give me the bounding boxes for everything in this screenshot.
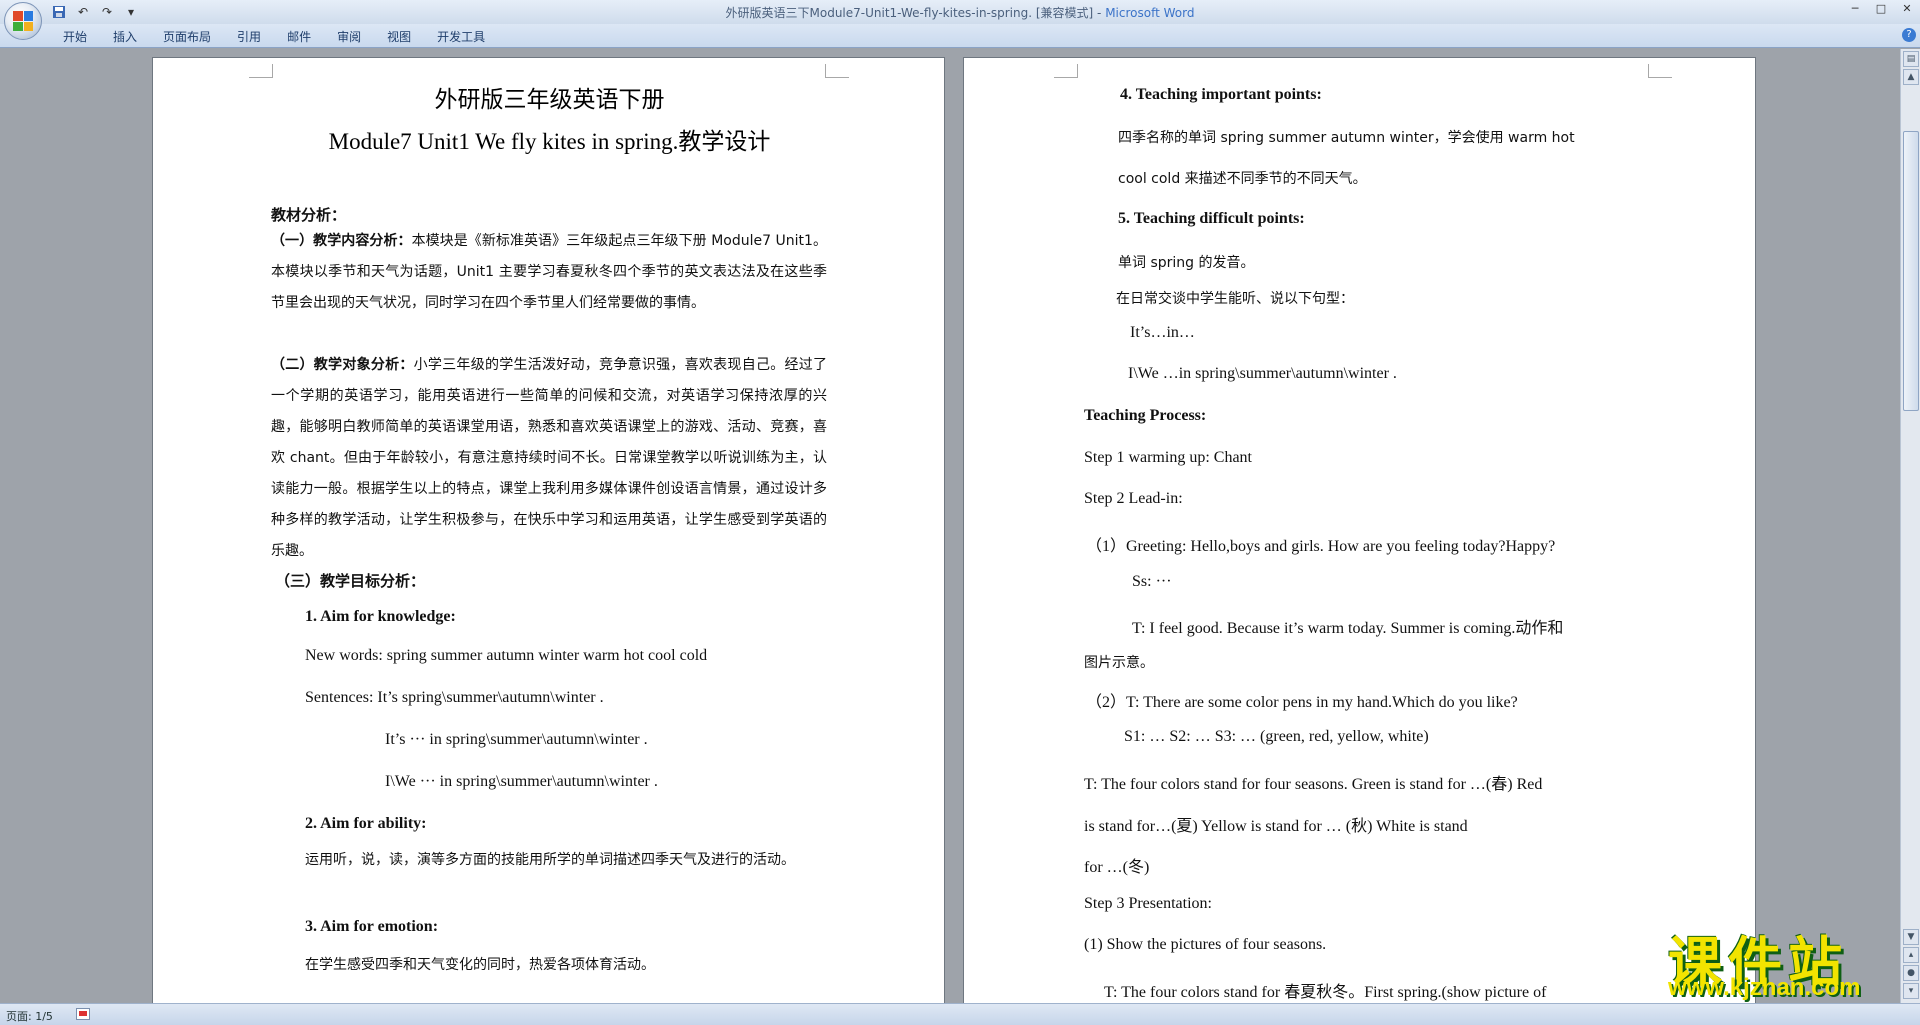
step-line: Step 1 warming up: Chant [1084, 449, 1252, 466]
tab-mailings[interactable]: 邮件 [274, 28, 324, 46]
presentation-line: T: The four colors stand for 春夏秋冬。First … [1104, 984, 1547, 1001]
help-icon[interactable]: ? [1902, 28, 1916, 42]
paragraph-body: 小学三年级的学生活泼好动，竞争意识强，喜欢表现自己。经过了一个学期的英语学习，能… [271, 357, 828, 559]
margin-corner-mark [1054, 64, 1078, 78]
window-controls: ─ □ ✕ [1842, 0, 1920, 18]
tab-page-layout[interactable]: 页面布局 [150, 28, 224, 46]
vertical-scrollbar[interactable]: ▤ ▲ ▼ ▴ ● ▾ [1900, 49, 1920, 1003]
tab-home[interactable]: 开始 [50, 28, 100, 46]
important-points-line: 四季名称的单词 spring summer autumn winter，学会使用… [1118, 130, 1575, 146]
tab-view[interactable]: 视图 [374, 28, 424, 46]
greeting-line: （1）Greeting: Hello,boys and girls. How a… [1086, 538, 1556, 555]
ruler-toggle-icon[interactable]: ▤ [1903, 51, 1919, 67]
ability-paragraph: 运用听，说，读，演等多方面的技能用所学的单词描述四季天气及进行的活动。 [305, 852, 795, 868]
select-browse-object-icon[interactable]: ● [1903, 965, 1919, 981]
teacher-line: T: I feel good. Because it’s warm today.… [1132, 620, 1564, 637]
colors-line: is stand for…(夏) Yellow is stand for … (… [1084, 818, 1468, 835]
aim-knowledge-heading: 1. Aim for knowledge: [305, 608, 456, 625]
document-title-en: Module7 Unit1 We fly kites in spring.教学设… [328, 129, 771, 154]
important-points-heading: 4. Teaching important points: [1120, 86, 1322, 103]
document-title: 外研版英语三下Module7-Unit1-We-fly-kites-in-spr… [725, 6, 1106, 20]
next-page-icon[interactable]: ▾ [1903, 983, 1919, 999]
paragraph-heading: （一）教学内容分析： [271, 233, 412, 249]
question-line: （2）T: There are some color pens in my ha… [1086, 694, 1518, 711]
new-words-line: New words: spring summer autumn winter w… [305, 647, 708, 664]
document-page-2[interactable]: 4. Teaching important points: 四季名称的单词 sp… [963, 57, 1756, 1003]
ribbon-tabs-bar: 开始 插入 页面布局 引用 邮件 审阅 视图 开发工具 ? [0, 24, 1920, 48]
tab-references[interactable]: 引用 [224, 28, 274, 46]
sentences-line: Sentences: It’s spring\summer\autumn\win… [305, 689, 604, 706]
window-title: 外研版英语三下Module7-Unit1-We-fly-kites-in-spr… [0, 4, 1920, 21]
margin-corner-mark [1648, 64, 1672, 78]
paragraph-heading: （二）教学对象分析： [271, 357, 414, 373]
students-answers: S1: … S2: … S3: … (green, red, yellow, w… [1124, 728, 1429, 745]
previous-page-icon[interactable]: ▴ [1903, 947, 1919, 963]
section-heading: 教材分析： [271, 206, 347, 224]
document-page-1[interactable]: 外研版三年级英语下册 Module7 Unit1 We fly kites in… [152, 57, 945, 1003]
tab-review[interactable]: 审阅 [324, 28, 374, 46]
presentation-line: (1) Show the pictures of four seasons. [1084, 936, 1327, 953]
difficult-points-heading: 5. Teaching difficult points: [1118, 210, 1305, 227]
sentence-pattern: It’s ··· in spring\summer\autumn\winter … [385, 731, 648, 748]
office-logo-icon [13, 11, 33, 31]
aim-emotion-heading: 3. Aim for emotion: [305, 918, 439, 935]
students-reply: Ss: ··· [1132, 573, 1172, 590]
colors-line: for …(冬) [1084, 859, 1150, 876]
goal-heading: （三）教学目标分析： [275, 572, 426, 590]
sentence-pattern: I\We ··· in spring\summer\autumn\winter … [385, 773, 658, 790]
title-bar: ↶ ↷ ▾ 外研版英语三下Module7-Unit1-We-fly-kites-… [0, 0, 1920, 40]
step-line: Step 2 Lead-in: [1084, 490, 1183, 507]
proofing-icon[interactable] [76, 1008, 90, 1020]
maximize-button[interactable]: □ [1868, 0, 1894, 18]
document-title-cn: 外研版三年级英语下册 [434, 87, 665, 113]
step-line: Step 3 Presentation: [1084, 895, 1212, 912]
page-count[interactable]: 页面: 1/5 [6, 1008, 53, 1024]
sentence-pattern: I\We …in spring\summer\autumn\winter . [1128, 365, 1397, 382]
teaching-process-heading: Teaching Process: [1084, 407, 1207, 424]
colors-line: T: The four colors stand for four season… [1084, 776, 1543, 793]
status-bar: 页面: 1/5 [0, 1003, 1920, 1025]
tab-developer[interactable]: 开发工具 [424, 28, 498, 46]
teacher-line: 图片示意。 [1084, 655, 1154, 671]
difficult-points-line: 单词 spring 的发音。 [1118, 255, 1255, 271]
close-button[interactable]: ✕ [1894, 0, 1920, 18]
app-name: Microsoft Word [1105, 6, 1195, 20]
object-analysis-paragraph: （二）教学对象分析：小学三年级的学生活泼好动，竞争意识强，喜欢表现自己。经过了一… [271, 350, 827, 567]
scroll-down-icon[interactable]: ▼ [1903, 929, 1919, 945]
office-button[interactable] [4, 2, 42, 40]
emotion-paragraph: 在学生感受四季和天气变化的同时，热爱各项体育活动。 [305, 957, 655, 973]
document-area[interactable]: 外研版三年级英语下册 Module7 Unit1 We fly kites in… [0, 49, 1900, 1003]
content-analysis-paragraph: （一）教学内容分析：本模块是《新标准英语》三年级起点三年级下册 Module7 … [271, 226, 827, 319]
margin-corner-mark [825, 64, 849, 78]
watermark-url: www.kjzhan.com [1668, 974, 1861, 1001]
margin-corner-mark [249, 64, 273, 78]
scroll-up-icon[interactable]: ▲ [1903, 69, 1919, 85]
minimize-button[interactable]: ─ [1842, 0, 1868, 18]
aim-ability-heading: 2. Aim for ability: [305, 815, 427, 832]
difficult-points-line: 在日常交谈中学生能听、说以下句型： [1116, 291, 1354, 307]
ribbon-tabs: 开始 插入 页面布局 引用 邮件 审阅 视图 开发工具 [50, 28, 498, 46]
scrollbar-thumb[interactable] [1903, 131, 1919, 411]
important-points-line: cool cold 来描述不同季节的不同天气。 [1118, 171, 1367, 187]
tab-insert[interactable]: 插入 [100, 28, 150, 46]
sentence-pattern: It’s…in… [1130, 324, 1195, 341]
site-watermark: 课件站 www.kjzhan.com [1668, 918, 1900, 1010]
